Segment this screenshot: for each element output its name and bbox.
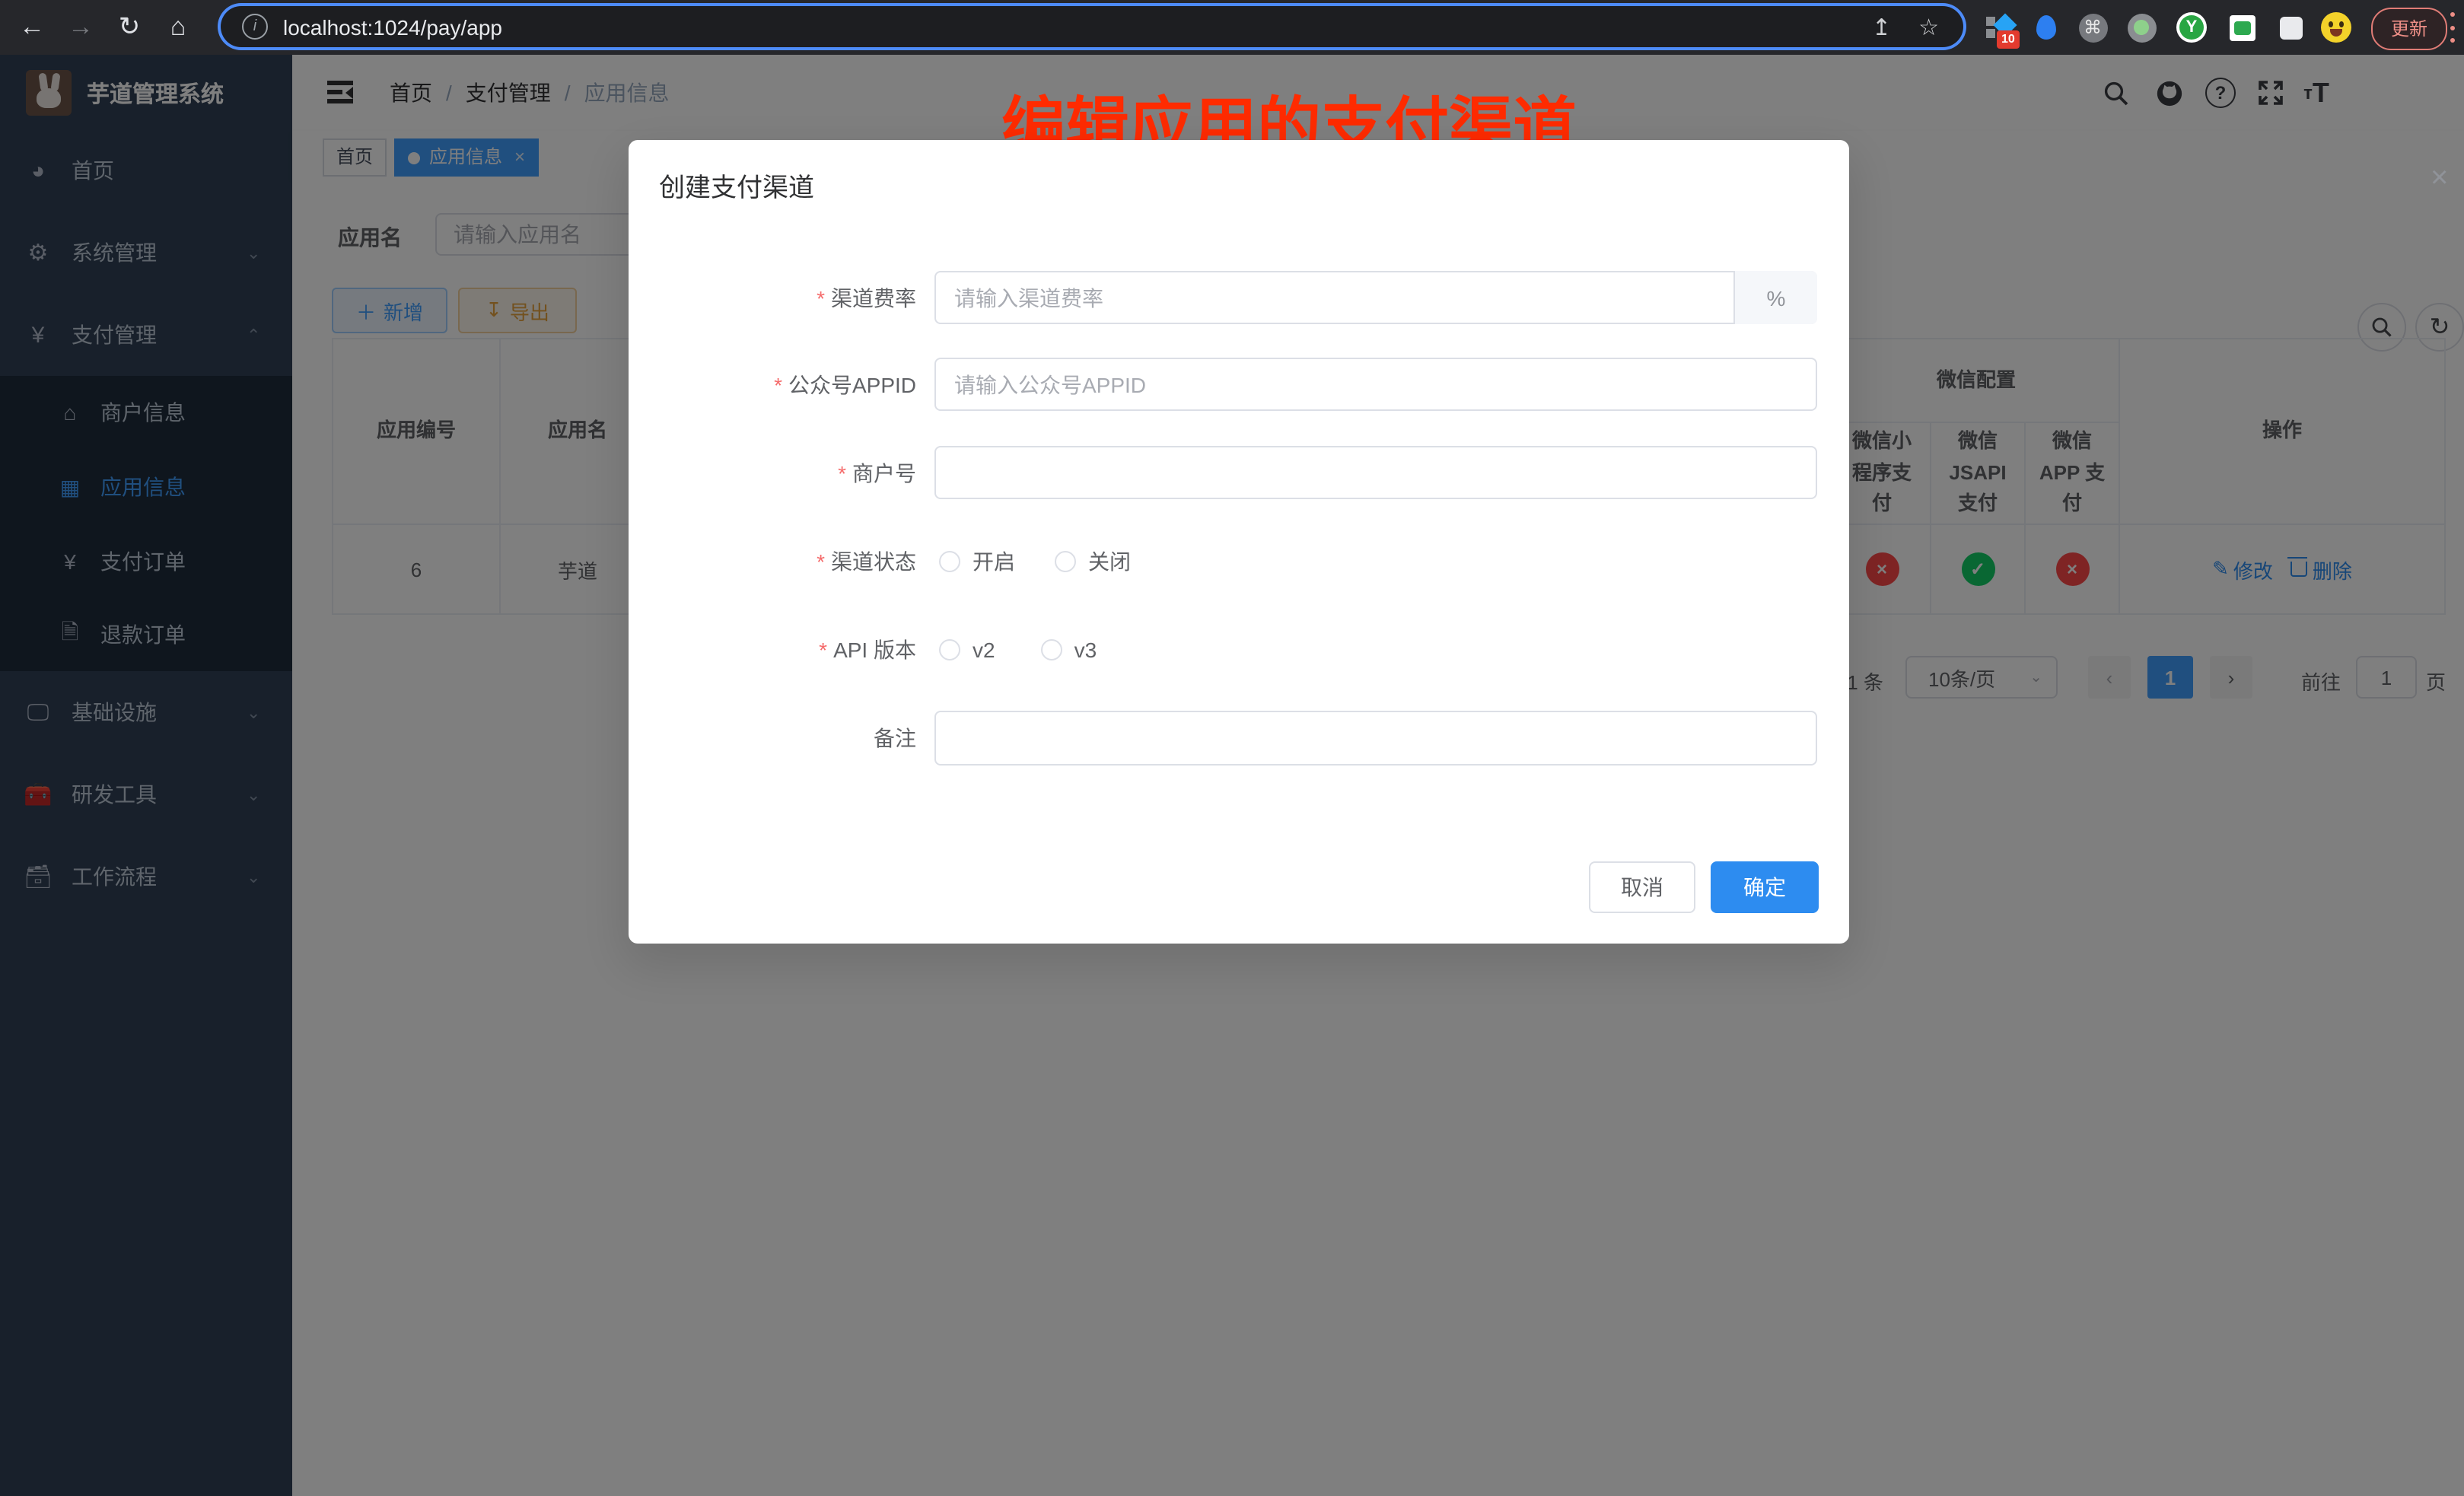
site-info-icon[interactable]: i <box>242 14 268 40</box>
extension-balloon-icon[interactable] <box>2030 12 2061 43</box>
status-closed-radio[interactable]: 关闭 <box>1055 546 1131 576</box>
radio-icon <box>939 550 960 571</box>
browser-home-icon[interactable]: ⌂ <box>158 0 198 55</box>
extension-dot-icon[interactable] <box>2126 12 2157 43</box>
field-merchant: *商户号 <box>629 446 1849 499</box>
extension-badge: 10 <box>1997 30 2020 49</box>
share-icon[interactable]: ↥ <box>1872 13 1891 40</box>
close-icon[interactable]: × <box>2431 161 2448 196</box>
field-fee-rate: *渠道费率 请输入渠道费率 % <box>629 271 1849 324</box>
api-v2-radio[interactable]: v2 <box>939 637 995 661</box>
browser-toolbar: ← → ↻ ⌂ i localhost:1024/pay/app ↥ ☆ 10 … <box>0 0 2464 55</box>
radio-icon <box>939 638 960 660</box>
browser-back-icon[interactable]: ← <box>12 0 52 55</box>
extension-chat-icon[interactable] <box>2227 12 2257 43</box>
browser-reload-icon[interactable]: ↻ <box>110 0 149 55</box>
percent-suffix: % <box>1733 271 1817 324</box>
radio-icon <box>1041 638 1062 660</box>
field-appid: *公众号APPID 请输入公众号APPID <box>629 358 1849 411</box>
extension-tabs-icon[interactable]: 10 <box>1985 12 2015 43</box>
browser-menu-icon[interactable] <box>2449 12 2455 43</box>
api-v3-radio[interactable]: v3 <box>1041 637 1097 661</box>
dialog-title: 创建支付渠道 <box>659 166 814 204</box>
field-api-version: *API 版本 v2 v3 <box>629 622 1849 676</box>
url-text[interactable]: localhost:1024/pay/app <box>283 14 502 39</box>
profile-emoji-icon[interactable] <box>2321 12 2351 43</box>
status-open-radio[interactable]: 开启 <box>939 546 1015 576</box>
bookmark-star-icon[interactable]: ☆ <box>1918 13 1939 40</box>
remark-input[interactable] <box>934 711 1817 766</box>
address-bar[interactable]: i localhost:1024/pay/app ↥ ☆ <box>221 6 1963 47</box>
screen: ← → ↻ ⌂ i localhost:1024/pay/app ↥ ☆ 10 … <box>0 0 2464 1496</box>
extension-y-icon[interactable]: Y <box>2176 12 2207 43</box>
create-payment-channel-dialog: 创建支付渠道 × *渠道费率 请输入渠道费率 % *公众号APPID 请输入公众… <box>629 140 1849 944</box>
browser-update-button[interactable]: 更新 <box>2371 8 2447 50</box>
field-status: *渠道状态 开启 关闭 <box>629 534 1849 587</box>
cancel-button[interactable]: 取消 <box>1589 861 1695 913</box>
extensions-puzzle-icon[interactable] <box>2275 12 2306 43</box>
browser-forward-icon[interactable]: → <box>61 0 100 55</box>
fee-rate-input[interactable]: 请输入渠道费率 % <box>934 271 1817 324</box>
extension-command-icon[interactable]: ⌘ <box>2077 12 2108 43</box>
confirm-button[interactable]: 确定 <box>1711 861 1819 913</box>
radio-icon <box>1055 550 1076 571</box>
field-remark: 备注 <box>629 711 1849 766</box>
merchant-input[interactable] <box>934 446 1817 499</box>
appid-input[interactable]: 请输入公众号APPID <box>934 358 1817 411</box>
